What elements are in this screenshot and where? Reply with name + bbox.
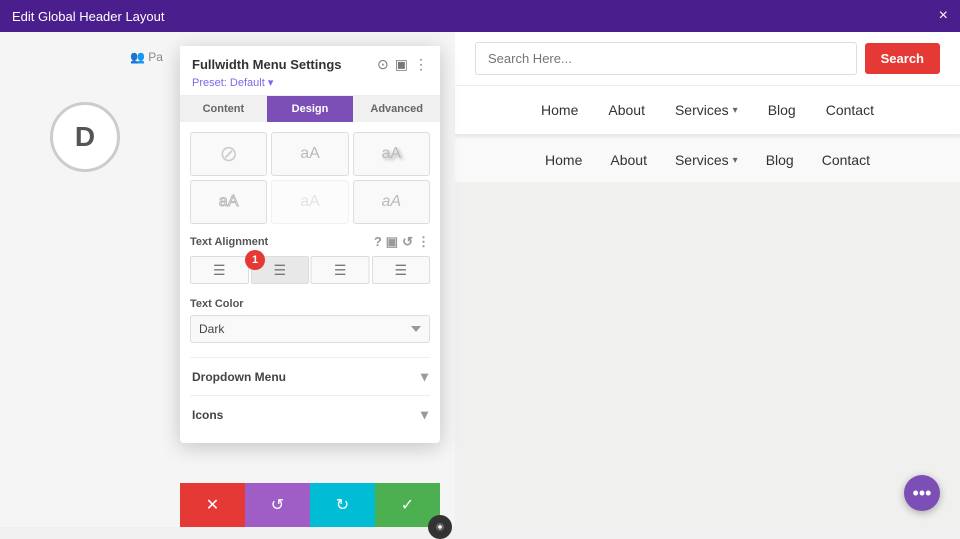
drag-handle[interactable] (428, 515, 452, 539)
cancel-button[interactable]: ✕ (180, 483, 245, 527)
text-color-label: Text Color (190, 298, 430, 310)
top-bar: Edit Global Header Layout × (0, 0, 960, 32)
settings-icon-more[interactable]: ⋮ (414, 56, 428, 73)
alignment-badge: 1 (245, 250, 265, 270)
search-bar-area: Search (455, 32, 960, 86)
search-input-wrap (475, 42, 857, 75)
persons-icon-area: 👥 Pa (130, 50, 163, 64)
search-input[interactable] (475, 42, 857, 75)
nav-item-home[interactable]: Home (541, 102, 578, 118)
nav2-item-about[interactable]: About (610, 152, 647, 168)
align-justify-btn[interactable]: ☰ (372, 256, 431, 284)
settings-title: Fullwidth Menu Settings (192, 57, 342, 72)
settings-title-row: Fullwidth Menu Settings ⊙ ▣ ⋮ (192, 56, 428, 73)
text-alignment-label: Text Alignment ? ▣ ↺ ⋮ (190, 234, 430, 250)
settings-icon-circle[interactable]: ⊙ (377, 56, 389, 73)
align-left-btn[interactable]: ☰ (190, 256, 249, 284)
align-right-btn[interactable]: ☰ (311, 256, 370, 284)
action-bar: ✕ ↺ ↻ ✓ (180, 483, 440, 527)
services2-dropdown-icon: ▾ (733, 155, 738, 166)
divi-logo: D (50, 102, 120, 172)
more-fab-button[interactable]: ••• (904, 475, 940, 511)
nav2-item-services[interactable]: Services ▾ (675, 152, 738, 168)
tab-advanced[interactable]: Advanced (353, 96, 440, 122)
tablet-icon[interactable]: ▣ (386, 234, 398, 250)
settings-body: ⊘ aA aA aA aA aA Text Alignment ? ▣ ↺ ⋮ (180, 122, 440, 443)
nav-item-blog[interactable]: Blog (768, 102, 796, 118)
more-icon[interactable]: ⋮ (417, 234, 430, 250)
text-style-grid: ⊘ aA aA aA aA aA (190, 132, 430, 224)
settings-header: Fullwidth Menu Settings ⊙ ▣ ⋮ Preset: De… (180, 46, 440, 96)
top-bar-title: Edit Global Header Layout (12, 9, 164, 24)
divi-logo-area: D (30, 82, 140, 192)
undo-button[interactable]: ↺ (245, 483, 310, 527)
text-style-faded[interactable]: aA (271, 180, 348, 224)
text-style-none[interactable]: ⊘ (190, 132, 267, 176)
close-button[interactable]: × (939, 8, 948, 24)
dropdown-menu-header[interactable]: Dropdown Menu ▾ (190, 368, 430, 385)
nav2-item-contact[interactable]: Contact (822, 152, 870, 168)
nav2-item-blog[interactable]: Blog (766, 152, 794, 168)
nav-bar-primary: Home About Services ▾ Blog Contact (455, 86, 960, 134)
icons-header[interactable]: Icons ▾ (190, 406, 430, 423)
settings-icon-grid[interactable]: ▣ (395, 56, 408, 73)
help-icon[interactable]: ? (374, 234, 382, 250)
redo-button[interactable]: ↻ (310, 483, 375, 527)
left-panel: 👥 Pa D Fullwidth Menu Settings ⊙ ▣ ⋮ Pre… (0, 32, 455, 527)
text-style-italic[interactable]: aA (353, 180, 430, 224)
nav-item-about[interactable]: About (608, 102, 645, 118)
text-style-normal[interactable]: aA (271, 132, 348, 176)
text-style-shadow[interactable]: aA (353, 132, 430, 176)
dropdown-menu-chevron: ▾ (421, 368, 428, 385)
search-button[interactable]: Search (865, 43, 940, 74)
alignment-row: ☰ ☰ 1 ☰ ☰ (190, 256, 430, 284)
icons-section: Icons ▾ (190, 395, 430, 433)
main-area: 👥 Pa D Fullwidth Menu Settings ⊙ ▣ ⋮ Pre… (0, 32, 960, 527)
settings-preset[interactable]: Preset: Default (192, 76, 428, 89)
settings-panel: Fullwidth Menu Settings ⊙ ▣ ⋮ Preset: De… (180, 46, 440, 443)
right-area: Search Home About Services ▾ Blog Contac… (455, 32, 960, 527)
text-style-outline[interactable]: aA (190, 180, 267, 224)
settings-tabs: Content Design Advanced (180, 96, 440, 122)
icons-chevron: ▾ (421, 406, 428, 423)
tab-content[interactable]: Content (180, 96, 267, 122)
settings-title-icons: ⊙ ▣ ⋮ (377, 56, 428, 73)
dropdown-menu-section: Dropdown Menu ▾ (190, 357, 430, 395)
tab-design[interactable]: Design (267, 96, 354, 122)
icons-label: Icons (192, 408, 223, 422)
persons-icon: 👥 Pa (130, 50, 163, 64)
text-color-select[interactable]: Dark Light (190, 315, 430, 343)
nav-item-contact[interactable]: Contact (826, 102, 874, 118)
text-alignment-icons: ? ▣ ↺ ⋮ (374, 234, 430, 250)
dropdown-menu-label: Dropdown Menu (192, 370, 286, 384)
reset-icon[interactable]: ↺ (402, 234, 413, 250)
nav-item-services[interactable]: Services ▾ (675, 102, 738, 118)
nav-bar-secondary: Home About Services ▾ Blog Contact (455, 138, 960, 182)
services-dropdown-icon: ▾ (733, 105, 738, 116)
nav2-item-home[interactable]: Home (545, 152, 582, 168)
